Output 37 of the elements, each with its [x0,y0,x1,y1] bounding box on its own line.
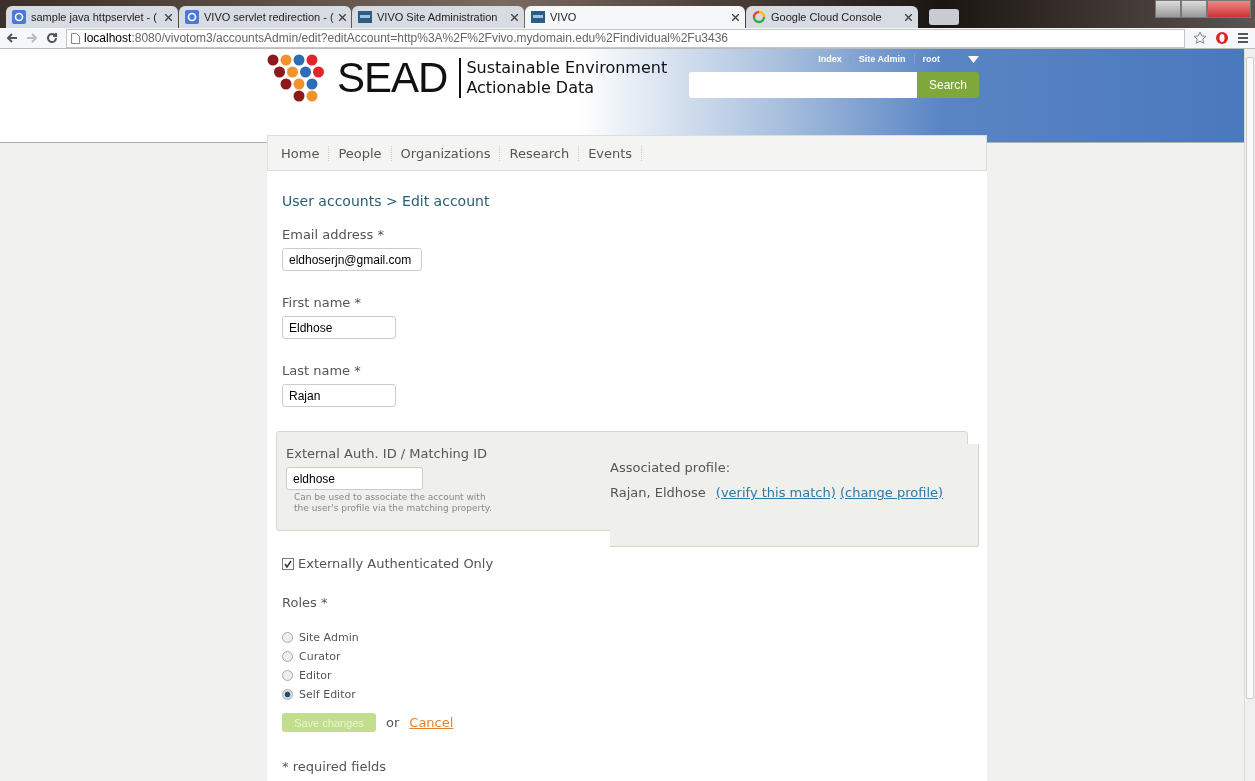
field-label: Last name * [282,363,362,378]
checkbox-label: Externally Authenticated Only [298,556,494,571]
help-text: Can be used to associate the account with the user's profile via the matching property. [294,492,493,514]
profile-name: Rajan, Eldhose [610,485,706,500]
text-field[interactable]: Rajan [282,384,396,407]
profile-link[interactable]: (verify this match) [715,485,836,500]
or-text: or [386,715,400,730]
nav-link[interactable]: People [329,145,392,161]
field-label: Email address * [282,227,385,242]
nav-link[interactable]: Events [579,145,643,161]
profile-link[interactable]: (change profile) [839,485,944,500]
radio-label: Curator [299,650,341,663]
profile-label: Associated profile: [610,460,732,475]
browser-tab[interactable]: VIVO servlet redirection - ( [179,6,351,28]
browser-tab[interactable]: VIVO [525,6,745,28]
radio-label: Site Admin [299,631,359,644]
radio-label: Self Editor [299,688,356,701]
radio-label: Editor [299,669,332,682]
logo-text: SEAD [337,54,448,102]
nav-link[interactable]: Organizations [391,145,501,161]
nav-link[interactable]: Research [500,145,580,161]
header-link[interactable]: root [913,54,948,64]
text-field[interactable]: eldhoserjn@gmail.com [282,248,422,271]
roles-label: Roles * [282,595,329,610]
browser-tab[interactable]: VIVO Site Administration [352,6,524,28]
site-tagline: Sustainable Environment [466,58,668,78]
address-bar[interactable]: localhost:8080/vivotom3/accountsAdmin/edit?editAccount=http%3A%2F%2Fvivo.mydomain.edu%2Findividual%2Fu3436 [66,28,1185,48]
site-tagline: Actionable Data [466,78,596,98]
field-label: External Auth. ID / Matching ID [286,446,489,461]
text-field[interactable]: Eldhose [282,316,396,339]
required-note: * required fields [282,759,388,774]
text-field[interactable]: eldhose [286,467,423,490]
nav-link[interactable]: Home [272,145,330,161]
browser-tab[interactable]: sample java httpservlet - ( [6,6,178,28]
page-heading: User accounts > Edit account [282,193,491,209]
browser-tab[interactable]: Google Cloud Console [746,6,918,28]
field-label: First name * [282,295,362,310]
